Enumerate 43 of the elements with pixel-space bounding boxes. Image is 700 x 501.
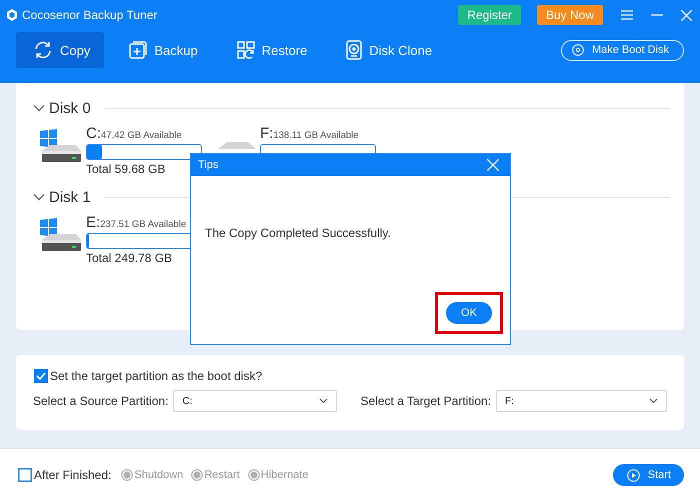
disk-title: Disk 1	[49, 188, 91, 206]
tab[interactable]: Restore	[220, 32, 322, 68]
chevron-down-icon	[318, 398, 328, 404]
register-button[interactable]: Register	[458, 5, 521, 25]
minimize-icon[interactable]	[651, 14, 663, 16]
checkbox-label: Set the target partition as the boot disk?	[50, 369, 262, 383]
checkbox-label: After Finished:	[34, 468, 112, 482]
chevron-down-icon[interactable]	[33, 102, 45, 114]
make-boot-disk-button[interactable]: Make Boot Disk	[560, 40, 684, 60]
chevron-down-icon	[649, 398, 658, 404]
disc-icon	[572, 44, 584, 56]
windows-restore-icon	[236, 40, 256, 60]
field-label: Select a Source Partition:	[33, 394, 168, 408]
dropdown[interactable]: C:	[173, 390, 337, 412]
radio-label: Hibernate	[260, 469, 308, 481]
window-title: Cocosenor Backup Tuner	[22, 8, 158, 22]
logo-icon	[6, 9, 18, 21]
partition-total: Total 59.68 GB	[86, 162, 166, 176]
radio-label: Restart	[204, 469, 240, 481]
disk-title: Disk 0	[49, 100, 91, 116]
ok-button[interactable]: OK	[446, 302, 492, 324]
field-label: Select a Target Partition:	[360, 394, 492, 408]
partition-label: F:138.11 GB Available	[260, 125, 359, 143]
close-icon[interactable]	[681, 10, 692, 20]
partition-label: C:47.42 GB Available	[86, 125, 182, 143]
close-icon[interactable]	[487, 159, 499, 171]
tab[interactable]: Copy	[16, 32, 104, 68]
partition-total: Total 249.78 GB	[86, 251, 172, 265]
tab[interactable]: Backup	[112, 32, 212, 68]
dialog-message: The Copy Completed Successfully.	[204, 225, 392, 242]
tab[interactable]: Disk Clone	[329, 32, 446, 68]
radio-label: Shutdown	[134, 469, 184, 481]
checkbox[interactable]	[18, 468, 32, 482]
menu-icon[interactable]	[621, 10, 633, 20]
dropdown[interactable]: F:	[496, 390, 667, 412]
play-icon	[626, 468, 640, 482]
add-square-icon	[128, 40, 148, 60]
dialog-title: Tips	[198, 159, 218, 171]
buy-now-button[interactable]: Buy Now	[536, 5, 603, 25]
start-button[interactable]: Start	[612, 464, 684, 486]
chevron-down-icon[interactable]	[33, 191, 45, 203]
checkbox[interactable]	[34, 369, 48, 383]
partition-label: E:237.51 GB Available	[86, 214, 186, 232]
